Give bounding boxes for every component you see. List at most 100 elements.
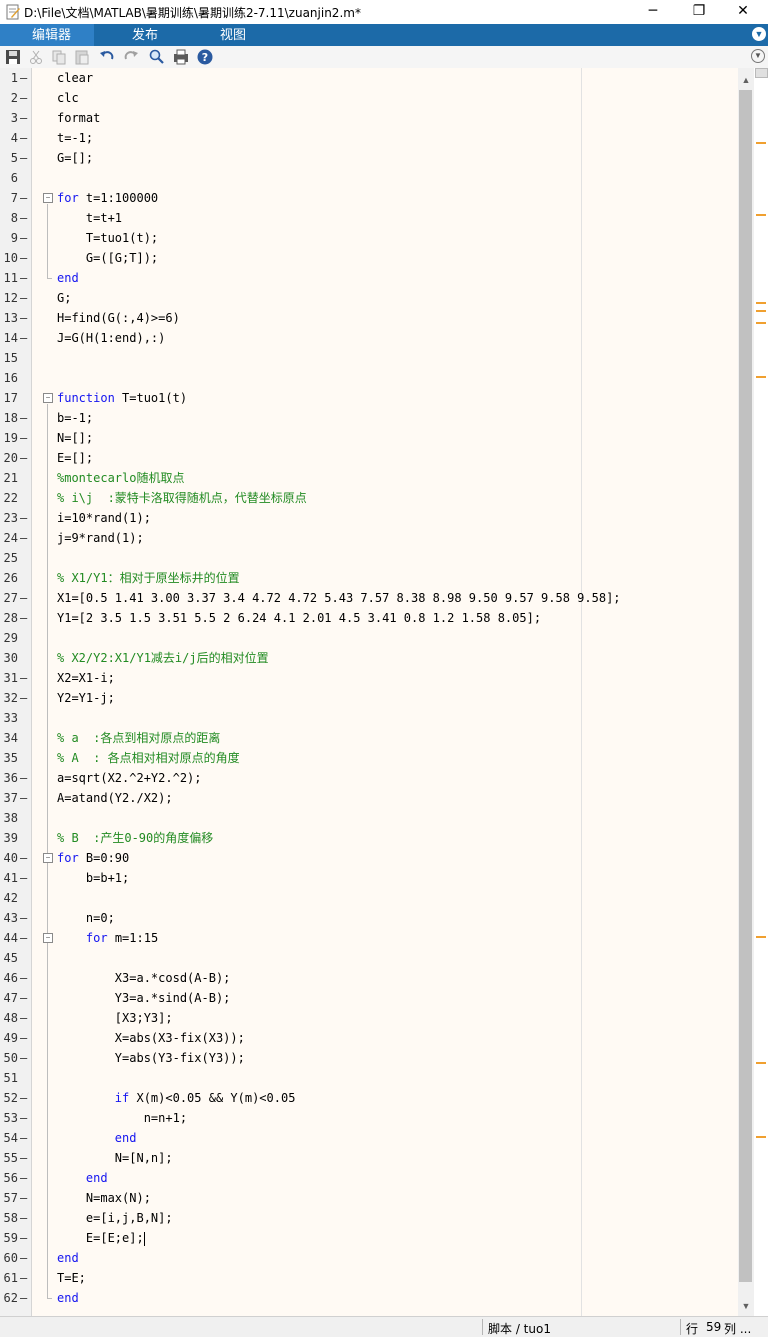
line-number[interactable]: 23—: [0, 508, 30, 528]
code-line[interactable]: X2=X1-i;: [57, 668, 115, 688]
code-line[interactable]: G;: [57, 288, 71, 308]
executable-line-marker[interactable]: —: [20, 588, 27, 608]
code-line[interactable]: n=n+1;: [57, 1108, 187, 1128]
minimize-button[interactable]: ─: [630, 0, 676, 24]
code-line[interactable]: e=[i,j,B,N];: [57, 1208, 173, 1228]
code-line[interactable]: if X(m)<0.05 && Y(m)<0.05: [57, 1088, 296, 1108]
code-comment-line[interactable]: % i\j :蒙特卡洛取得随机点，代替坐标原点: [57, 488, 307, 508]
executable-line-marker[interactable]: —: [20, 448, 27, 468]
line-number[interactable]: 18—: [0, 408, 30, 428]
line-number[interactable]: 17: [0, 388, 30, 408]
executable-line-marker[interactable]: —: [20, 1148, 27, 1168]
executable-line-marker[interactable]: —: [20, 268, 27, 288]
line-number[interactable]: 12—: [0, 288, 30, 308]
line-number[interactable]: 59—: [0, 1228, 30, 1248]
code-comment-line[interactable]: % X2/Y2:X1/Y1减去i/j后的相对位置: [57, 648, 269, 668]
line-number[interactable]: 25: [0, 548, 30, 568]
executable-line-marker[interactable]: —: [20, 1088, 27, 1108]
line-number[interactable]: 9—: [0, 228, 30, 248]
line-number[interactable]: 22: [0, 488, 30, 508]
warning-mark[interactable]: [756, 1062, 766, 1064]
executable-line-marker[interactable]: —: [20, 528, 27, 548]
executable-line-marker[interactable]: —: [20, 848, 27, 868]
line-number[interactable]: 40—: [0, 848, 30, 868]
warning-mark[interactable]: [756, 310, 766, 312]
line-number[interactable]: 7—: [0, 188, 30, 208]
tab-publish[interactable]: 发布: [132, 24, 192, 46]
executable-line-marker[interactable]: —: [20, 968, 27, 988]
line-number[interactable]: 1—: [0, 68, 30, 88]
code-line[interactable]: t=t+1: [57, 208, 122, 228]
line-number[interactable]: 3—: [0, 108, 30, 128]
code-line[interactable]: Y1=[2 3.5 1.5 3.51 5.5 2 6.24 4.1 2.01 4…: [57, 608, 541, 628]
code-comment-line[interactable]: % X1/Y1：相对于原坐标井的位置: [57, 568, 240, 588]
line-number[interactable]: 47—: [0, 988, 30, 1008]
code-line[interactable]: X=abs(X3-fix(X3));: [57, 1028, 245, 1048]
code-line[interactable]: clc: [57, 88, 79, 108]
undo-icon[interactable]: [98, 48, 116, 66]
line-number[interactable]: 37—: [0, 788, 30, 808]
executable-line-marker[interactable]: —: [20, 1228, 27, 1248]
code-line[interactable]: end: [57, 1168, 108, 1188]
executable-line-marker[interactable]: —: [20, 88, 27, 108]
line-number[interactable]: 46—: [0, 968, 30, 988]
tab-view[interactable]: 视图: [220, 24, 280, 46]
line-number[interactable]: 20—: [0, 448, 30, 468]
code-comment-line[interactable]: %montecarlo随机取点: [57, 468, 184, 488]
executable-line-marker[interactable]: —: [20, 208, 27, 228]
code-line[interactable]: N=[];: [57, 428, 93, 448]
executable-line-marker[interactable]: —: [20, 508, 27, 528]
executable-line-marker[interactable]: —: [20, 188, 27, 208]
executable-line-marker[interactable]: —: [20, 668, 27, 688]
executable-line-marker[interactable]: —: [20, 1208, 27, 1228]
scroll-up-icon[interactable]: ▲: [738, 72, 754, 88]
executable-line-marker[interactable]: —: [20, 688, 27, 708]
line-number[interactable]: 15: [0, 348, 30, 368]
executable-line-marker[interactable]: —: [20, 1288, 27, 1308]
save-icon[interactable]: [4, 48, 22, 66]
line-number[interactable]: 28—: [0, 608, 30, 628]
line-number[interactable]: 24—: [0, 528, 30, 548]
line-number[interactable]: 62—: [0, 1288, 30, 1308]
line-number[interactable]: 41—: [0, 868, 30, 888]
executable-line-marker[interactable]: —: [20, 288, 27, 308]
close-button[interactable]: ✕: [720, 0, 766, 24]
line-number[interactable]: 21: [0, 468, 30, 488]
warning-mark[interactable]: [756, 214, 766, 216]
line-number[interactable]: 14—: [0, 328, 30, 348]
fold-toggle-icon[interactable]: −: [43, 193, 53, 203]
warning-mark[interactable]: [756, 302, 766, 304]
code-line[interactable]: X1=[0.5 1.41 3.00 3.37 3.4 4.72 4.72 5.4…: [57, 588, 621, 608]
line-number[interactable]: 61—: [0, 1268, 30, 1288]
code-line[interactable]: end: [57, 1128, 137, 1148]
executable-line-marker[interactable]: —: [20, 1048, 27, 1068]
line-number[interactable]: 48—: [0, 1008, 30, 1028]
line-number[interactable]: 32—: [0, 688, 30, 708]
line-number[interactable]: 19—: [0, 428, 30, 448]
code-line[interactable]: clear: [57, 68, 93, 88]
executable-line-marker[interactable]: —: [20, 308, 27, 328]
executable-line-marker[interactable]: —: [20, 1108, 27, 1128]
scroll-down-icon[interactable]: ▼: [738, 1298, 754, 1314]
code-line[interactable]: Y2=Y1-j;: [57, 688, 115, 708]
executable-line-marker[interactable]: —: [20, 868, 27, 888]
code-line[interactable]: Y=abs(Y3-fix(Y3));: [57, 1048, 245, 1068]
line-number[interactable]: 60—: [0, 1248, 30, 1268]
executable-line-marker[interactable]: —: [20, 1268, 27, 1288]
executable-line-marker[interactable]: —: [20, 408, 27, 428]
warning-mark[interactable]: [756, 142, 766, 144]
fold-toggle-icon[interactable]: −: [43, 853, 53, 863]
executable-line-marker[interactable]: —: [20, 1028, 27, 1048]
line-number[interactable]: 16: [0, 368, 30, 388]
executable-line-marker[interactable]: —: [20, 928, 27, 948]
executable-line-marker[interactable]: —: [20, 1248, 27, 1268]
line-number[interactable]: 2—: [0, 88, 30, 108]
code-line[interactable]: a=sqrt(X2.^2+Y2.^2);: [57, 768, 202, 788]
executable-line-marker[interactable]: —: [20, 788, 27, 808]
line-number[interactable]: 6: [0, 168, 30, 188]
executable-line-marker[interactable]: —: [20, 908, 27, 928]
code-line[interactable]: [X3;Y3];: [57, 1008, 173, 1028]
analyzer-status-icon[interactable]: [755, 68, 768, 78]
warning-mark[interactable]: [756, 1136, 766, 1138]
line-number[interactable]: 10—: [0, 248, 30, 268]
